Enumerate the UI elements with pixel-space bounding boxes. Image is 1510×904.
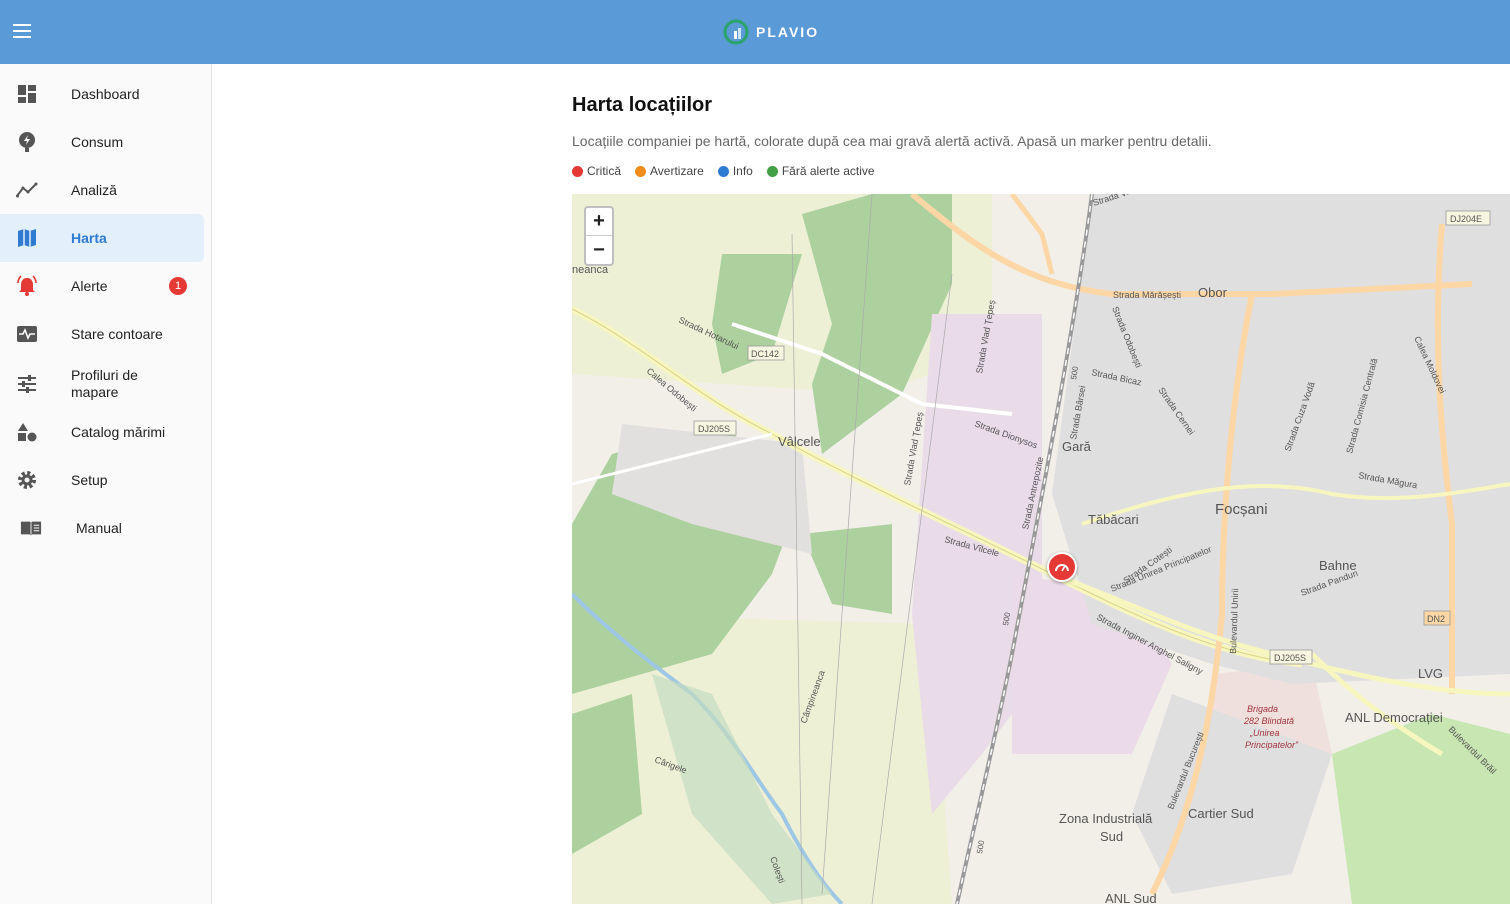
monitor-heart-icon — [16, 323, 38, 345]
map-label-focsani: Focșani — [1215, 501, 1268, 518]
hamburger-menu-icon[interactable] — [10, 20, 36, 44]
consum-icon — [16, 131, 38, 153]
sidebar-item-manual[interactable]: Manual — [0, 504, 204, 552]
legend-label: Avertizare — [650, 164, 704, 178]
map-label-anl-democratiei: ANL Democrației — [1345, 710, 1443, 725]
sidebar-item-label: Manual — [76, 519, 122, 536]
sidebar-item-harta[interactable]: Harta — [0, 214, 204, 262]
warning-dot-icon — [635, 165, 647, 177]
legend-label: Fără alerte active — [781, 164, 875, 178]
map-tiles[interactable]: Obor Vâlcele Gară Tăbăcari Focșani Bahne… — [572, 194, 1510, 904]
map-label-brigada: 282 Blindată — [1243, 716, 1294, 726]
map-label-valcele: Vâlcele — [778, 434, 821, 449]
legend-label: Critică — [587, 164, 622, 178]
sidebar-item-consum[interactable]: Consum — [0, 118, 204, 166]
map-label-cartier-sud: Cartier Sud — [1188, 806, 1254, 821]
sidebar-item-label: Dashboard — [71, 85, 140, 102]
sidebar-item-label: Profiluri de mapare — [71, 367, 138, 400]
legend-item-critica: Critică — [572, 164, 621, 178]
sidebar-item-label: Catalog mărimi — [71, 423, 166, 440]
brand-logo[interactable]: PLAVIO — [722, 18, 819, 46]
info-dot-icon — [717, 165, 729, 177]
road-shield-dc142: DC142 — [751, 349, 779, 359]
map-label-zona-sud: Sud — [1100, 829, 1123, 844]
map-label-tabacari: Tăbăcari — [1088, 512, 1139, 527]
road-shield-dj204e: DJ204E — [1450, 214, 1482, 224]
sidebar-item-alerte[interactable]: Alerte 1 — [0, 262, 204, 310]
street-label: Strada Mărășești — [1113, 290, 1181, 300]
page-title: Harta locațiilor — [572, 94, 713, 116]
sidebar-item-label: Setup — [71, 471, 108, 488]
map-label-brigada: „Unirea — [1249, 728, 1280, 738]
road-shield-dj205s: DJ205S — [698, 424, 730, 434]
map-label-lvg: LVG — [1418, 666, 1443, 681]
road-shield-dn2: DN2 — [1427, 614, 1445, 624]
ok-dot-icon — [766, 165, 778, 177]
page-description: Locațiile companiei pe hartă, colorate d… — [572, 133, 1212, 149]
sidebar-item-label: Stare contoare — [71, 325, 163, 342]
map-label-gara: Gară — [1062, 439, 1092, 454]
alert-count-badge: 1 — [169, 277, 187, 295]
map-label-anl-sud: ANL Sud — [1105, 891, 1157, 904]
sidebar-item-catalog-marimi[interactable]: Catalog mărimi — [0, 408, 204, 456]
zoom-out-button[interactable]: − — [586, 236, 612, 264]
sidebar-item-analiza[interactable]: Analiză — [0, 166, 204, 214]
legend-label: Info — [732, 164, 753, 178]
locations-map[interactable]: Obor Vâlcele Gară Tăbăcari Focșani Bahne… — [572, 194, 1510, 904]
bell-alert-icon — [16, 275, 38, 297]
sidebar-item-dashboard[interactable]: Dashboard — [0, 70, 204, 118]
top-app-bar: PLAVIO — [0, 0, 1510, 64]
legend-item-avertizare: Avertizare — [635, 164, 704, 178]
critical-dot-icon — [572, 165, 583, 177]
legend-item-fara-alerte: Fără alerte active — [766, 164, 875, 178]
location-marker-critical[interactable] — [1047, 552, 1077, 582]
legend-item-info: Info — [717, 164, 753, 178]
sidebar-item-setup[interactable]: Setup — [0, 456, 204, 504]
sidebar-item-stare-contoare[interactable]: Stare contoare — [0, 310, 204, 358]
gear-icon — [16, 469, 38, 491]
book-icon — [20, 517, 42, 539]
brand-name: PLAVIO — [756, 24, 820, 40]
map-zoom-control: + − — [584, 206, 614, 266]
dashboard-icon — [16, 83, 38, 105]
map-label-zona-industriala: Zona Industrială — [1059, 811, 1153, 826]
analytics-icon — [16, 179, 38, 201]
tune-icon — [16, 373, 38, 395]
sidebar-nav: Dashboard Consum Analiză Harta Alerte 1 … — [0, 64, 212, 904]
sidebar-item-label: Harta — [71, 229, 107, 246]
gauge-icon — [1055, 564, 1069, 572]
sidebar-item-label: Alerte — [71, 277, 108, 294]
zoom-in-button[interactable]: + — [586, 208, 612, 236]
sidebar-item-label: Consum — [71, 133, 124, 150]
map-label-obor: Obor — [1198, 285, 1228, 300]
map-icon — [16, 227, 38, 249]
sidebar-item-label: Analiză — [71, 181, 117, 198]
sidebar-item-profiluri-mapare[interactable]: Profiluri de mapare — [0, 360, 204, 408]
map-legend: Critică Avertizare Info Fără alerte acti… — [572, 164, 889, 178]
category-icon — [16, 421, 38, 443]
map-label-brigada: Brigada — [1247, 704, 1278, 714]
plavio-logo-icon — [723, 19, 749, 45]
road-shield-dj205s: DJ205S — [1274, 653, 1306, 663]
map-label-brigada: Principatelor” — [1245, 740, 1299, 750]
